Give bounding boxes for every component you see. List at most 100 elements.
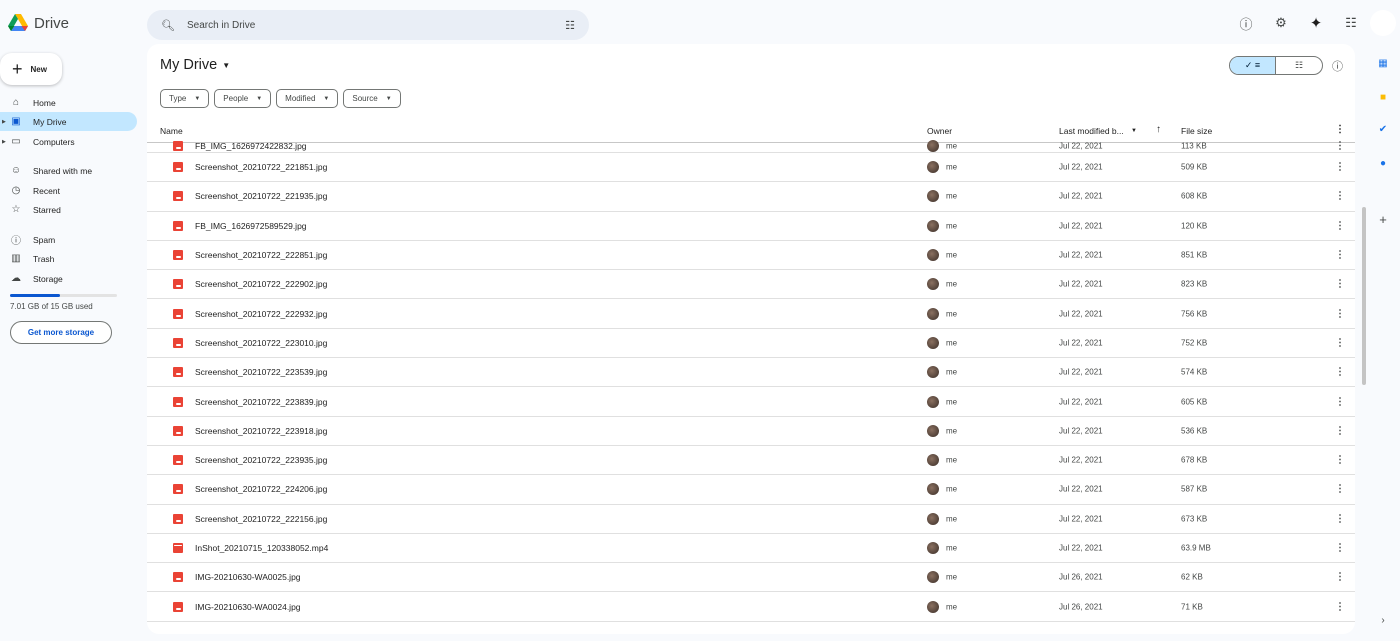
- contacts-icon[interactable]: ●: [1376, 156, 1390, 170]
- file-size: 509 KB: [1181, 162, 1208, 172]
- sidebar-item-shared-with-me[interactable]: ☺ Shared with me: [0, 161, 137, 180]
- help-icon[interactable]: ⓘ: [1237, 14, 1255, 32]
- more-options-icon[interactable]: ⋮: [1335, 337, 1345, 348]
- search-options-icon[interactable]: ☷: [565, 19, 575, 32]
- more-options-icon[interactable]: ⋮: [1335, 191, 1345, 202]
- sort-direction-icon[interactable]: ↑: [1156, 124, 1161, 135]
- file-size: 120 KB: [1181, 221, 1208, 231]
- filter-label: Source: [352, 94, 378, 103]
- image-file-icon: [173, 162, 183, 173]
- chevron-down-icon: ▼: [222, 60, 231, 70]
- expand-arrow-icon[interactable]: ▶: [2, 139, 6, 145]
- account-avatar[interactable]: [1370, 10, 1396, 36]
- more-options-icon[interactable]: ⋮: [1335, 140, 1345, 151]
- calendar-icon[interactable]: ▦: [1376, 56, 1390, 70]
- gemini-icon[interactable]: ✦: [1307, 14, 1325, 32]
- filter-label: People: [223, 94, 249, 103]
- filter-people[interactable]: People ▼: [214, 89, 272, 108]
- table-row[interactable]: Screenshot_20210722_223839.jpg me Jul 22, …: [147, 387, 1355, 417]
- sidebar-item-starred[interactable]: ☆ Starred: [0, 200, 137, 219]
- more-options-icon[interactable]: ⋮: [1335, 162, 1345, 173]
- more-options-icon[interactable]: ⋮: [1335, 124, 1345, 135]
- settings-icon[interactable]: ⚙: [1272, 14, 1290, 32]
- tasks-icon[interactable]: ✔: [1376, 122, 1390, 136]
- sidebar-item-recent[interactable]: ◷ Recent: [0, 181, 137, 200]
- column-file-size[interactable]: File size: [1181, 126, 1212, 136]
- more-options-icon[interactable]: ⋮: [1335, 279, 1345, 290]
- scrollbar[interactable]: [1362, 207, 1366, 385]
- column-owner[interactable]: Owner: [927, 126, 952, 136]
- storage-used-text: 7.01 GB of 15 GB used: [10, 302, 93, 311]
- table-row[interactable]: Screenshot_20210722_223539.jpg me Jul 22, …: [147, 358, 1355, 388]
- column-name[interactable]: Name: [160, 126, 183, 136]
- more-options-icon[interactable]: ⋮: [1335, 250, 1345, 261]
- sidebar-item-trash[interactable]: ▥ Trash: [0, 249, 137, 268]
- filter-type[interactable]: Type ▼: [160, 89, 210, 108]
- more-options-icon[interactable]: ⋮: [1335, 308, 1345, 319]
- list-view-button[interactable]: ✓ ≡: [1230, 57, 1276, 74]
- more-options-icon[interactable]: ⋮: [1335, 455, 1345, 466]
- info-icon[interactable]: ⓘ: [1332, 58, 1343, 74]
- table-row[interactable]: IMG-20210630-WA0024.jpg me Jul 26, 2021 71 …: [147, 592, 1355, 622]
- filter-modified[interactable]: Modified ▼: [276, 89, 339, 108]
- table-row[interactable]: Screenshot_20210722_222932.jpg me Jul 22, …: [147, 299, 1355, 329]
- table-row[interactable]: Screenshot_20210722_224206.jpg me Jul 22, …: [147, 475, 1355, 505]
- file-name: InShot_20210715_120338052.mp4: [195, 543, 329, 553]
- more-options-icon[interactable]: ⋮: [1335, 543, 1345, 554]
- sidebar-item-label: My Drive: [33, 116, 67, 127]
- apps-icon[interactable]: ☷: [1342, 14, 1360, 32]
- new-button[interactable]: + New: [0, 53, 62, 85]
- more-options-icon[interactable]: ⋮: [1335, 425, 1345, 436]
- sidebar-item-home[interactable]: ⌂ Home: [0, 93, 137, 112]
- image-file-icon: [173, 425, 183, 436]
- more-options-icon[interactable]: ⋮: [1335, 601, 1345, 612]
- table-row[interactable]: Screenshot_20210722_221935.jpg me Jul 22, …: [147, 182, 1355, 212]
- add-addon-icon[interactable]: +: [1376, 212, 1390, 227]
- view-toggle: ✓ ≡ ☷: [1229, 56, 1323, 75]
- image-file-icon: [173, 367, 183, 378]
- table-row[interactable]: Screenshot_20210722_222851.jpg me Jul 22, …: [147, 241, 1355, 271]
- search-input[interactable]: 🔍︎ Search in Drive ☷: [147, 10, 589, 40]
- sidebar-item-storage[interactable]: ☁︎ Storage: [0, 269, 137, 288]
- page-title[interactable]: My Drive ▼: [160, 57, 230, 73]
- file-size: 756 KB: [1181, 309, 1208, 319]
- table-row[interactable]: FB_IMG_1626972589529.jpg me Jul 22, 2021 12…: [147, 212, 1355, 241]
- filter-label: Type: [169, 94, 187, 103]
- file-modified: Jul 22, 2021: [1059, 543, 1103, 553]
- sidebar-item-my-drive[interactable]: ▶ ▣ My Drive: [0, 112, 137, 131]
- owner-avatar: [927, 366, 939, 379]
- sort-dropdown-icon[interactable]: ▼: [1131, 128, 1137, 134]
- table-row[interactable]: Screenshot_20210722_223918.jpg me Jul 22, …: [147, 417, 1355, 446]
- table-row[interactable]: IMG-20210630-WA0025.jpg me Jul 26, 2021 62 …: [147, 563, 1355, 593]
- drive-logo[interactable]: Drive: [8, 14, 69, 32]
- file-name: Screenshot_20210722_223918.jpg: [195, 425, 328, 436]
- more-options-icon[interactable]: ⋮: [1335, 572, 1345, 583]
- table-row[interactable]: FB_IMG_1626972422832.jpg me Jul 22, 2021 11…: [147, 139, 1355, 153]
- more-options-icon[interactable]: ⋮: [1335, 513, 1345, 524]
- table-row[interactable]: InShot_20210715_120338052.mp4 me Jul 22, 2…: [147, 534, 1355, 564]
- file-owner: me: [946, 338, 958, 348]
- image-file-icon: [173, 337, 183, 348]
- grid-view-button[interactable]: ☷: [1276, 57, 1322, 74]
- file-owner: me: [946, 397, 958, 407]
- table-row[interactable]: Screenshot_20210722_221851.jpg me Jul 22, …: [147, 153, 1355, 183]
- more-options-icon[interactable]: ⋮: [1335, 484, 1345, 495]
- sidebar-item-spam[interactable]: ⓘ Spam: [0, 230, 137, 249]
- search-icon: 🔍︎: [161, 19, 175, 32]
- expand-arrow-icon[interactable]: ▶: [2, 119, 6, 125]
- table-row[interactable]: Screenshot_20210722_223010.jpg me Jul 22, …: [147, 329, 1355, 359]
- table-row[interactable]: Screenshot_20210722_222156.jpg me Jul 22, …: [147, 505, 1355, 534]
- sidebar-item-computers[interactable]: ▶ ▭ Computers: [0, 132, 137, 151]
- more-options-icon[interactable]: ⋮: [1335, 367, 1345, 378]
- table-row[interactable]: Screenshot_20210722_223935.jpg me Jul 22, …: [147, 446, 1355, 476]
- more-options-icon[interactable]: ⋮: [1335, 220, 1345, 231]
- column-last-modified[interactable]: Last modified b...: [1059, 126, 1124, 136]
- table-row[interactable]: Screenshot_20210722_222902.jpg me Jul 22, …: [147, 270, 1355, 300]
- filter-source[interactable]: Source ▼: [343, 89, 401, 108]
- file-modified: Jul 22, 2021: [1059, 367, 1103, 377]
- file-size: 62 KB: [1181, 572, 1203, 582]
- more-options-icon[interactable]: ⋮: [1335, 396, 1345, 407]
- get-more-storage-button[interactable]: Get more storage: [10, 321, 112, 344]
- keep-icon[interactable]: ■: [1376, 90, 1390, 104]
- expand-panel-icon[interactable]: ›: [1376, 613, 1390, 627]
